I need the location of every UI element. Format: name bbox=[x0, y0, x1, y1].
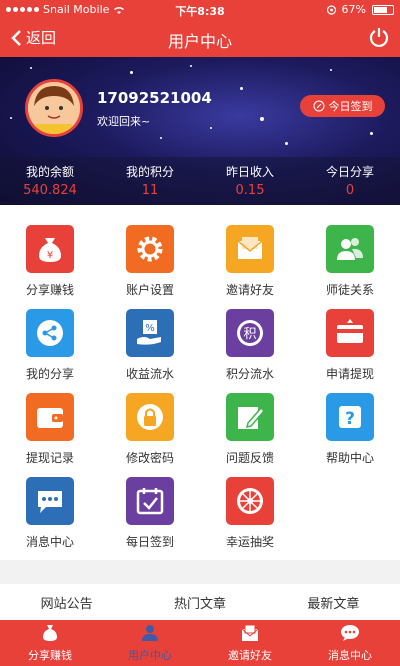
stat-today-share[interactable]: 今日分享 0 bbox=[300, 157, 400, 205]
article-tabs: 网站公告 热门文章 最新文章 bbox=[0, 584, 400, 620]
stat-yesterday-income[interactable]: 昨日收入 0.15 bbox=[200, 157, 300, 205]
menu-invite-friends[interactable]: 邀请好友 bbox=[200, 225, 300, 298]
bottom-nav-invite-friends[interactable]: 邀请好友 bbox=[200, 620, 300, 666]
menu-label: 账户设置 bbox=[125, 283, 174, 297]
invite-letter-icon bbox=[237, 237, 263, 259]
status-bar: Snail Mobile 下午8:38 67% bbox=[0, 0, 400, 20]
wallet-icon bbox=[37, 408, 63, 428]
stat-label: 我的余额 bbox=[25, 165, 74, 179]
menu-label: 分享赚钱 bbox=[25, 283, 74, 297]
menu-withdraw[interactable]: 申请提现 bbox=[300, 309, 400, 382]
nav-bar: 返回 用户中心 bbox=[0, 20, 400, 57]
stat-value: 0 bbox=[345, 183, 355, 198]
svg-text:?: ? bbox=[345, 409, 355, 429]
avatar[interactable] bbox=[25, 79, 83, 137]
points-icon: 积 bbox=[237, 320, 263, 346]
stat-value: 0.15 bbox=[235, 183, 265, 198]
menu-label: 每日签到 bbox=[125, 535, 174, 549]
money-bag-icon bbox=[43, 625, 57, 641]
power-icon[interactable] bbox=[368, 26, 390, 48]
menu-message-center[interactable]: 消息中心 bbox=[0, 477, 100, 550]
menu-label: 收益流水 bbox=[125, 367, 174, 381]
menu-label: 师徒关系 bbox=[325, 283, 374, 297]
tab-hot-articles[interactable]: 热门文章 bbox=[133, 584, 266, 620]
avatar-image bbox=[28, 82, 80, 134]
chat-icon bbox=[341, 625, 359, 641]
stat-balance[interactable]: 我的余额 540.824 bbox=[0, 157, 100, 205]
location-icon bbox=[326, 4, 336, 15]
function-grid: ¥ 分享赚钱 账户设置 邀请好友 师徒关系 我的分享 % 收益流水 积 积分流水… bbox=[0, 205, 400, 560]
stat-value: 540.824 bbox=[23, 183, 77, 198]
bottom-nav-user-center[interactable]: 用户中心 bbox=[100, 620, 200, 666]
welcome-text: 欢迎回来~ bbox=[97, 115, 151, 128]
bottom-nav: 分享赚钱 用户中心 邀请好友 消息中心 bbox=[0, 620, 400, 666]
menu-income-flow[interactable]: % 收益流水 bbox=[100, 309, 200, 382]
bottom-nav-share-earn[interactable]: 分享赚钱 bbox=[0, 620, 100, 666]
battery-percent: 67% bbox=[341, 3, 366, 16]
percent-hand-icon: % bbox=[137, 320, 161, 345]
menu-feedback[interactable]: 问题反馈 bbox=[200, 393, 300, 466]
menu-mentor-relations[interactable]: 师徒关系 bbox=[300, 225, 400, 298]
menu-label: 邀请好友 bbox=[225, 283, 274, 297]
svg-text:¥: ¥ bbox=[47, 250, 53, 261]
bottom-nav-label: 消息中心 bbox=[328, 649, 372, 662]
money-bag-icon: ¥ bbox=[39, 238, 61, 262]
menu-label: 幸运抽奖 bbox=[225, 535, 274, 549]
menu-change-password[interactable]: 修改密码 bbox=[100, 393, 200, 466]
svg-text:积: 积 bbox=[243, 327, 256, 342]
menu-label: 修改密码 bbox=[125, 451, 174, 465]
stat-label: 今日分享 bbox=[325, 165, 374, 179]
stat-label: 我的积分 bbox=[125, 165, 174, 179]
calendar-check-icon bbox=[136, 488, 164, 515]
menu-points-flow[interactable]: 积 积分流水 bbox=[200, 309, 300, 382]
gear-icon bbox=[137, 236, 163, 262]
bottom-nav-label: 邀请好友 bbox=[228, 649, 272, 662]
lottery-wheel-icon bbox=[237, 488, 263, 514]
menu-label: 我的分享 bbox=[25, 367, 74, 381]
stat-points[interactable]: 我的积分 11 bbox=[100, 157, 200, 205]
menu-help-center[interactable]: ? 帮助中心 bbox=[300, 393, 400, 466]
section-divider bbox=[0, 560, 400, 584]
menu-label: 问题反馈 bbox=[225, 451, 274, 465]
battery-icon bbox=[372, 4, 394, 15]
menu-label: 提现记录 bbox=[25, 451, 74, 465]
tab-announcements[interactable]: 网站公告 bbox=[0, 584, 133, 620]
menu-withdraw-records[interactable]: 提现记录 bbox=[0, 393, 100, 466]
menu-label: 积分流水 bbox=[225, 367, 274, 381]
edit-icon bbox=[313, 100, 324, 112]
stat-label: 昨日收入 bbox=[225, 165, 274, 179]
bottom-nav-message-center[interactable]: 消息中心 bbox=[300, 620, 400, 666]
menu-account-settings[interactable]: 账户设置 bbox=[100, 225, 200, 298]
daily-signin-button[interactable]: 今日签到 bbox=[300, 95, 385, 117]
menu-my-shares[interactable]: 我的分享 bbox=[0, 309, 100, 382]
menu-share-earn[interactable]: ¥ 分享赚钱 bbox=[0, 225, 100, 298]
menu-label: 申请提现 bbox=[325, 367, 374, 381]
pencil-icon bbox=[238, 406, 266, 429]
signin-label: 今日签到 bbox=[328, 100, 373, 113]
stat-value: 11 bbox=[141, 183, 159, 198]
share-icon bbox=[37, 320, 63, 346]
users-icon bbox=[337, 238, 363, 260]
svg-text:%: % bbox=[145, 323, 155, 334]
page-title: 用户中心 bbox=[167, 32, 232, 51]
bottom-nav-label: 用户中心 bbox=[128, 649, 172, 662]
menu-label: 消息中心 bbox=[25, 535, 74, 549]
menu-label: 帮助中心 bbox=[325, 451, 374, 465]
chat-icon bbox=[38, 491, 62, 513]
invite-letter-icon bbox=[241, 624, 259, 641]
tab-latest-articles[interactable]: 最新文章 bbox=[267, 584, 400, 620]
stats-bar: 我的余额 540.824 我的积分 11 昨日收入 0.15 今日分享 0 bbox=[0, 157, 400, 205]
question-icon: ? bbox=[339, 406, 361, 429]
menu-daily-signin[interactable]: 每日签到 bbox=[100, 477, 200, 550]
user-phone: 17092521004 bbox=[97, 89, 212, 107]
user-icon bbox=[142, 625, 158, 641]
lock-icon bbox=[137, 404, 163, 430]
bottom-nav-label: 分享赚钱 bbox=[28, 649, 72, 662]
profile-header: 17092521004 欢迎回来~ 今日签到 我的余额 540.824 我的积分… bbox=[0, 57, 400, 205]
card-icon bbox=[337, 319, 363, 343]
menu-lucky-draw[interactable]: 幸运抽奖 bbox=[200, 477, 300, 550]
